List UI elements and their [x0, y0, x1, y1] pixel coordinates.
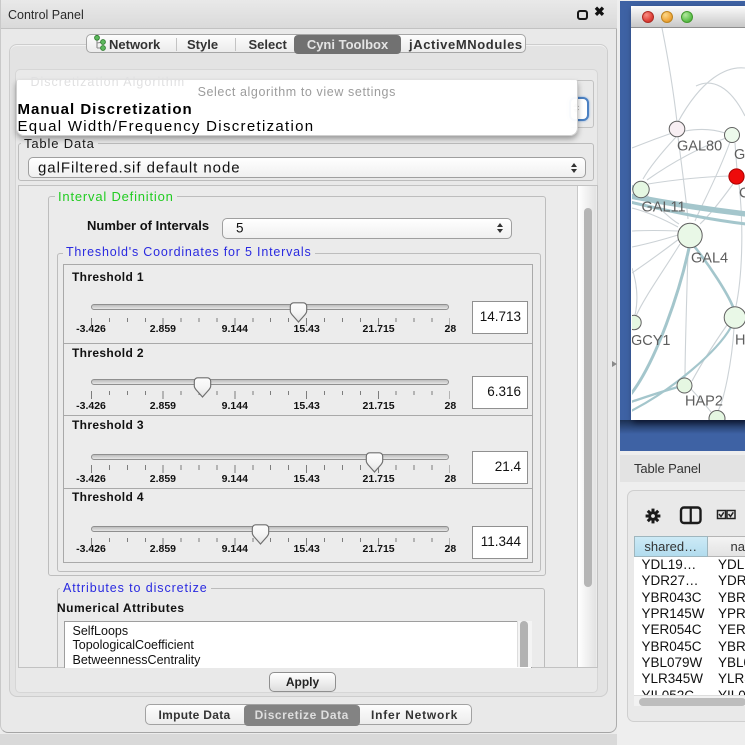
svg-text:HAP2: HAP2	[685, 394, 723, 410]
svg-text:GAL80: GAL80	[677, 139, 722, 155]
svg-text:C: C	[739, 186, 745, 202]
svg-text:GAL4: GAL4	[691, 251, 728, 267]
svg-text:GA: GA	[734, 147, 745, 163]
svg-text:GCY1: GCY1	[632, 333, 671, 349]
svg-text:GAL11: GAL11	[642, 200, 686, 216]
svg-text:H: H	[735, 333, 745, 349]
